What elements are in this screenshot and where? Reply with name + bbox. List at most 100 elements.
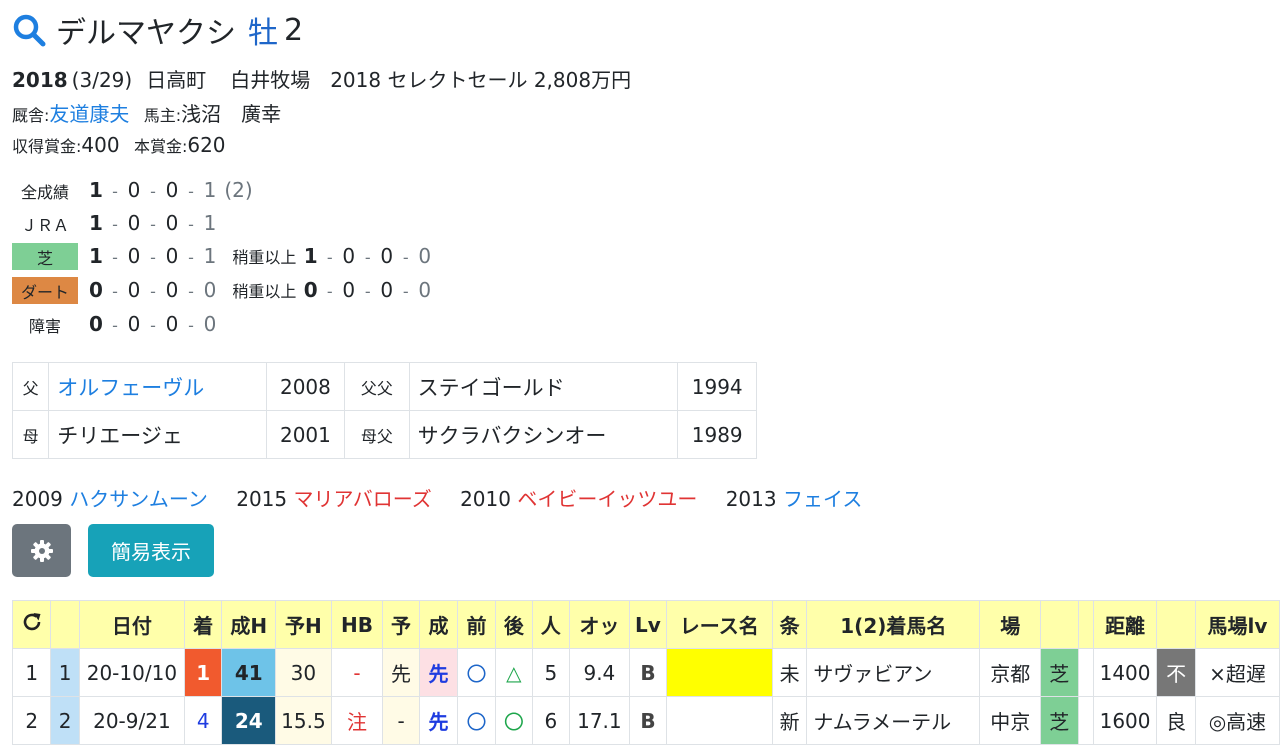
- table-row[interactable]: 1 1 20-10/10 1 41 30 - 先 先 〇 △ 5 9.4 B 未…: [11, 648, 1280, 697]
- record-label-all: 全成績: [20, 182, 69, 202]
- prize-label: 本賞金:: [133, 137, 188, 156]
- sire-sire-year: 1994: [677, 362, 757, 411]
- record-dirt: 0-0-0-0 稍重以上 0-0-0-0: [89, 278, 432, 302]
- simple-view-button[interactable]: 簡易表示: [88, 524, 214, 577]
- birth-info: 2018 (3/29) 日高町 白井牧場 2018 セレクトセール 2,808万円: [12, 64, 651, 93]
- col-header-yh[interactable]: 予H: [275, 600, 332, 649]
- horse-name: デルマヤクシ: [56, 16, 236, 51]
- col-header-lv[interactable]: Lv: [629, 600, 667, 649]
- col-header-hb[interactable]: HB: [330, 600, 384, 649]
- finish-position: 1: [184, 648, 223, 697]
- prize-value: 620: [187, 133, 226, 157]
- col-header-finish[interactable]: 着: [184, 600, 223, 649]
- col-header: [1040, 600, 1079, 649]
- sale-info: 2018 セレクトセール 2,808万円: [330, 68, 632, 92]
- owner-label: 馬主:: [143, 106, 182, 125]
- col-header-yo[interactable]: 予: [382, 600, 420, 649]
- record-label-jump: 障害: [28, 316, 61, 336]
- heavy-others: 0: [418, 278, 432, 302]
- going: 不: [1156, 648, 1196, 697]
- finish-position: 4: [184, 696, 223, 745]
- sibling-year: 2013: [725, 487, 777, 511]
- record-shiba: 1-0-0-1 稍重以上 1-0-0-0: [89, 244, 432, 268]
- col-header-mae[interactable]: 前: [457, 600, 496, 649]
- sibling-year: 2015: [236, 487, 288, 511]
- race-name[interactable]: [665, 696, 773, 745]
- sibling-link[interactable]: ベイビーイッツユー: [517, 487, 697, 511]
- col-header-track-lv[interactable]: 馬場lv: [1194, 600, 1280, 649]
- record-label-jra: ＪＲＡ: [20, 215, 69, 235]
- col-header-date[interactable]: 日付: [78, 600, 186, 649]
- record-wins: 1: [89, 211, 103, 235]
- earned-label: 収得賞金:: [12, 137, 82, 156]
- record-thirds: 0: [165, 211, 179, 235]
- sire-sire: ステイゴールド: [408, 362, 679, 411]
- siblings-list: 2009 ハクサンムーン 2015 マリアバローズ 2010 ベイビーイッツユー…: [12, 483, 884, 512]
- col-header-cond[interactable]: 条: [771, 600, 808, 649]
- settings-button[interactable]: [12, 524, 71, 577]
- heavy-seconds: 0: [342, 278, 356, 302]
- surface: 芝: [1040, 648, 1079, 697]
- dam: チリエージェ: [48, 410, 267, 459]
- refresh-header[interactable]: [11, 600, 52, 649]
- heavy-track-label: 稍重以上: [232, 282, 297, 301]
- race-date: 20-9/21: [78, 696, 186, 745]
- track-level: ×超遅: [1194, 648, 1280, 697]
- record-thirds: 0: [165, 312, 179, 336]
- heavy-seconds: 0: [342, 244, 356, 268]
- level: B: [629, 696, 667, 745]
- spacer-cell: [1077, 648, 1094, 697]
- dam-sire-year: 1989: [677, 410, 757, 459]
- record-others: 0: [203, 278, 217, 302]
- heavy-track-label: 稍重以上: [232, 248, 297, 267]
- record-all: 1-0-0-1 (2): [89, 178, 253, 202]
- trainer-link[interactable]: 友道康夫: [49, 102, 129, 126]
- hb-mark: -: [330, 648, 384, 697]
- search-icon[interactable]: [12, 13, 46, 47]
- race-condition: 新: [771, 696, 808, 745]
- col-header-sh[interactable]: 成H: [221, 600, 277, 649]
- heavy-thirds: 0: [380, 244, 394, 268]
- record-seconds: 0: [127, 211, 141, 235]
- col-header: [50, 600, 80, 649]
- winner-name[interactable]: ナムラメーテル: [806, 696, 981, 745]
- result-h: 41: [221, 648, 277, 697]
- race-name[interactable]: [665, 648, 773, 697]
- heavy-thirds: 0: [380, 278, 394, 302]
- sire-sire-label: 父父: [344, 362, 410, 411]
- refresh-icon[interactable]: [21, 611, 43, 633]
- sire-link[interactable]: オルフェーヴル: [48, 362, 267, 411]
- col-header-winner[interactable]: 1(2)着馬名: [806, 600, 981, 649]
- distance: 1600: [1092, 696, 1158, 745]
- col-header-pop[interactable]: 人: [532, 600, 570, 649]
- pedigree-row-dam: 母 チリエージェ 2001 母父 サクラバクシンオー 1989: [11, 410, 757, 459]
- birth-town: 日高町: [146, 68, 207, 92]
- sibling-link[interactable]: フェイス: [783, 487, 862, 511]
- race-condition: 未: [771, 648, 808, 697]
- table-row[interactable]: 2 2 20-9/21 4 24 15.5 注 - 先 〇 〇 6 17.1 B…: [11, 696, 1280, 745]
- col-header-ato[interactable]: 後: [494, 600, 534, 649]
- winner-name[interactable]: サヴァビアン: [806, 648, 981, 697]
- col-header-place[interactable]: 場: [979, 600, 1042, 649]
- record-seconds: 0: [127, 312, 141, 336]
- record-wins: 1: [89, 178, 103, 202]
- predicted-h: 30: [275, 648, 332, 697]
- dam-sire: サクラバクシンオー: [408, 410, 679, 459]
- birth-date: (3/29): [71, 68, 133, 92]
- race-date: 20-10/10: [78, 648, 186, 697]
- owner-name: 浅沼 廣幸: [181, 102, 282, 126]
- sibling-link[interactable]: マリアバローズ: [294, 487, 432, 511]
- col-header-odds[interactable]: オッ: [568, 600, 631, 649]
- col-header-dist[interactable]: 距離: [1092, 600, 1158, 649]
- sire-year: 2008: [265, 362, 346, 411]
- horse-title: デルマヤクシ 牡 2: [12, 8, 303, 52]
- record-label-dirt: ダート: [12, 277, 78, 304]
- col-header-sei[interactable]: 成: [418, 600, 459, 649]
- sibling-year: 2010: [460, 487, 511, 511]
- col-header-race[interactable]: レース名: [665, 600, 773, 649]
- level: B: [629, 648, 667, 697]
- row-index: 1: [11, 648, 52, 697]
- record-jra: 1-0-0-1: [89, 211, 217, 235]
- sibling-item: 2010 ベイビーイッツユー: [460, 487, 697, 511]
- sibling-link[interactable]: ハクサンムーン: [69, 487, 208, 511]
